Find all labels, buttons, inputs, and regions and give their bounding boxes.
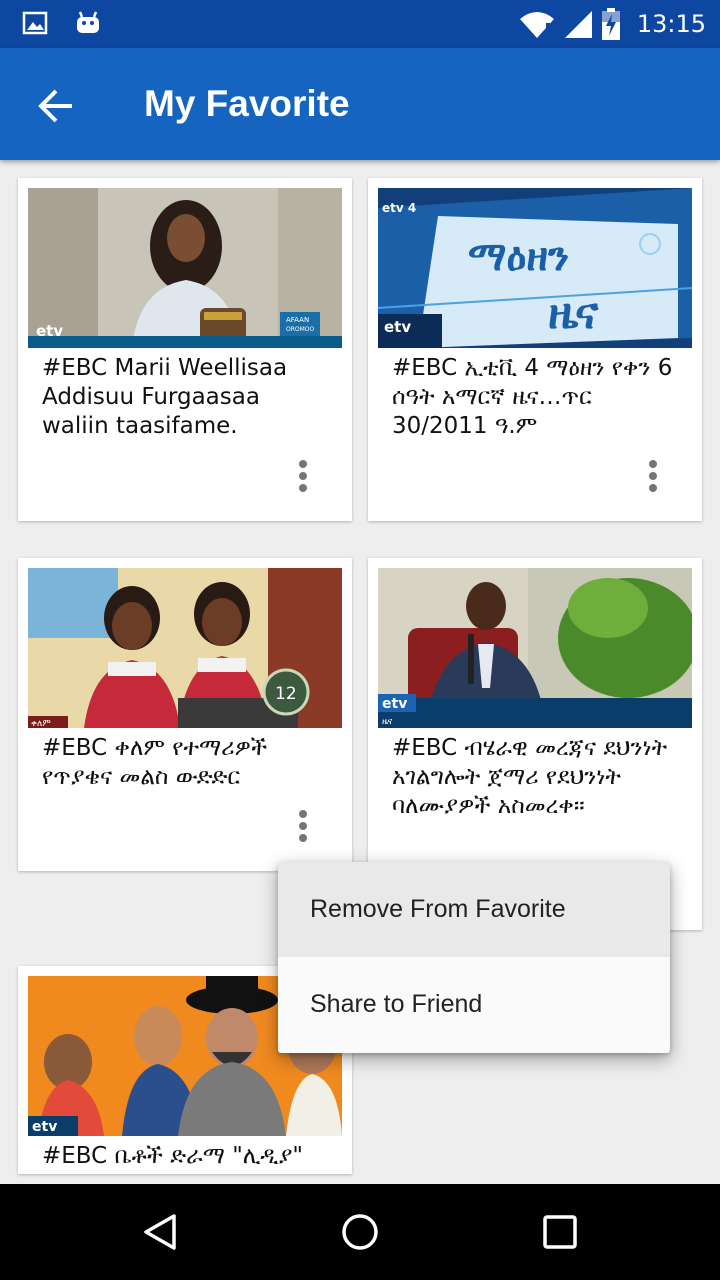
battery-charging-icon <box>601 8 620 40</box>
video-thumbnail: etv 4 ማዕዘን ዜና etv <box>378 188 692 348</box>
back-triangle-icon <box>144 1214 176 1250</box>
clock: 13:15 <box>636 10 706 38</box>
video-title: #EBC ቤቶች ድራማ "ሊዲያ" <box>42 1143 303 1169</box>
thumb-text: ዜና <box>382 717 393 727</box>
video-title: #EBC Marii Weellisaa Addisuu Furgaasaa w… <box>42 355 288 439</box>
status-bar: 13:15 <box>0 0 720 48</box>
recents-square-icon <box>543 1215 577 1249</box>
app-bar: My Favorite <box>0 48 720 160</box>
more-options-button[interactable] <box>641 452 665 500</box>
thumb-text: OROMOO <box>286 326 315 333</box>
video-title: #EBC ኢቲቪ 4 ማዕዘን የቀን 6 ሰዓት አማርኛ ዜና…ጥር 30/… <box>392 355 673 439</box>
thumb-text: 12 <box>275 684 297 704</box>
video-thumbnail: etv ዜና <box>378 568 692 728</box>
back-button[interactable] <box>28 78 84 134</box>
share-to-friend-menu-item[interactable]: Share to Friend <box>278 957 670 1052</box>
system-nav-bar <box>0 1184 720 1280</box>
video-thumbnail: 12 ቀለም <box>28 568 342 728</box>
video-title: #EBC ቀለም የተማሪዎች የጥያቄና መልስ ውድድር <box>42 735 268 790</box>
home-circle-icon <box>342 1214 378 1250</box>
video-card[interactable]: etv 4 ማዕዘን ዜና etv #EBC ኢቲቪ 4 ማዕዘን የቀን 6 … <box>368 178 702 521</box>
video-card[interactable]: AFAAN OROMOO etv #EBC Marii Weellisaa Ad… <box>18 178 352 521</box>
wifi-icon <box>519 12 554 38</box>
video-card[interactable]: 12 ቀለም #EBC ቀለም የተማሪዎች የጥያቄና መልስ ውድድር <box>18 558 352 871</box>
thumb-logo: etv <box>36 322 63 340</box>
remove-from-favorite-menu-item[interactable]: Remove From Favorite <box>278 862 670 957</box>
video-thumbnail: AFAAN OROMOO etv <box>28 188 342 348</box>
thumb-logo: etv <box>382 696 407 712</box>
arrow-back-icon <box>38 89 72 123</box>
thumb-text: AFAAN <box>286 316 309 324</box>
video-title: #EBC ብሄራዊ መረጃና ደህንነት አገልግሎት ጀማሪ የደህንነት ባ… <box>392 735 668 819</box>
image-icon <box>22 11 48 35</box>
thumb-logo: etv <box>32 1119 57 1135</box>
page-title: My Favorite <box>144 83 350 124</box>
android-icon <box>77 11 99 33</box>
nav-recents-button[interactable] <box>540 1212 580 1252</box>
thumb-text: etv 4 <box>382 201 416 215</box>
more-options-button[interactable] <box>291 802 315 850</box>
signal-icon <box>564 11 592 38</box>
popup-menu: Remove From Favorite Share to Friend <box>278 862 670 1053</box>
thumb-text: ዜና <box>548 288 599 339</box>
nav-back-button[interactable] <box>140 1212 180 1252</box>
thumb-text: ማዕዘን <box>468 234 569 280</box>
more-options-button[interactable] <box>291 452 315 500</box>
nav-home-button[interactable] <box>340 1212 380 1252</box>
thumb-logo: etv <box>384 318 411 336</box>
thumb-text: ቀለም <box>31 719 51 728</box>
